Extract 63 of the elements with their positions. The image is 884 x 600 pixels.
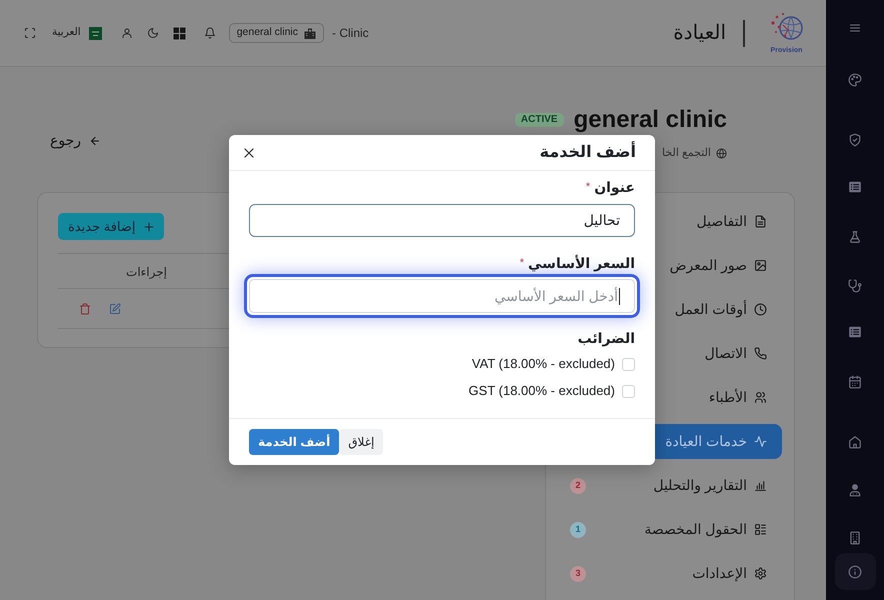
status-badge: ACTIVE [514, 113, 564, 127]
globe-icon [716, 148, 727, 158]
text-input[interactable]: أدخل السعر الأساسي [244, 274, 640, 318]
gear-icon [754, 567, 767, 580]
count-badge: 1 [570, 522, 586, 538]
phone-icon [754, 347, 767, 360]
checkbox-label: GST (18.00% - excluded) [468, 382, 615, 400]
field-label: السعر الأساسي [528, 254, 635, 274]
shield-check-icon[interactable] [848, 133, 862, 147]
page-title: العيادة [673, 21, 726, 46]
home-icon[interactable] [848, 435, 862, 449]
clinic-selector[interactable]: general clinic [228, 23, 324, 43]
grid-icon[interactable] [172, 26, 186, 40]
fullscreen-icon[interactable] [24, 27, 36, 39]
clinic-subtitle: التجمع الخا [662, 146, 711, 161]
field-label: عنوان [594, 178, 635, 198]
bell-icon[interactable] [204, 27, 216, 39]
list-icon[interactable] [848, 325, 862, 339]
user-icon[interactable] [120, 27, 133, 39]
users-icon [754, 391, 767, 404]
clock-icon [754, 303, 767, 316]
pulse-icon [754, 435, 767, 448]
moon-icon[interactable] [146, 27, 159, 39]
checkbox-label: VAT (18.00% - excluded) [472, 355, 615, 374]
info-icon [848, 564, 862, 578]
add-new-button[interactable]: إضافة جديدة [58, 213, 164, 240]
clinic-name: general clinic [574, 107, 727, 133]
checkbox[interactable] [622, 358, 635, 370]
language-switcher[interactable]: العربية [52, 25, 102, 41]
count-badge: 3 [570, 566, 586, 582]
list-icon [754, 523, 767, 536]
plus-icon [144, 222, 154, 232]
dialog-title: أضف الخدمة [540, 140, 636, 164]
info-button[interactable] [834, 553, 876, 590]
required-mark: * [520, 256, 524, 271]
checkbox[interactable] [622, 384, 635, 398]
count-badge: 2 [570, 478, 586, 494]
flask-icon[interactable] [848, 230, 862, 244]
submit-button[interactable]: أضف الخدمة [249, 429, 340, 455]
building-icon[interactable] [848, 531, 862, 545]
image-icon [754, 259, 767, 272]
section-label: الضرائب [578, 328, 635, 348]
trash-icon[interactable] [79, 302, 91, 314]
bar-chart-icon [754, 479, 767, 492]
flag-icon [88, 26, 102, 40]
person-icon[interactable] [848, 483, 862, 497]
document-icon [754, 215, 767, 228]
edit-icon[interactable] [109, 302, 121, 314]
arrow-left-icon [89, 134, 102, 146]
calendar-icon[interactable] [848, 375, 862, 389]
hospital-icon [304, 28, 316, 38]
column-header: إجراءات [126, 265, 167, 279]
stethoscope-icon[interactable] [848, 279, 862, 293]
app-name: - Clinic [332, 25, 369, 42]
text-cursor-icon [619, 288, 620, 304]
close-button[interactable]: إغلاق [339, 429, 384, 455]
text-input[interactable]: تحاليل [249, 204, 635, 237]
required-mark: * [586, 180, 590, 195]
list-icon[interactable] [848, 180, 862, 194]
back-link[interactable]: رجوع [50, 130, 102, 151]
menu-icon[interactable] [849, 22, 861, 34]
palette-icon[interactable] [848, 73, 862, 87]
close-icon[interactable] [243, 146, 255, 158]
